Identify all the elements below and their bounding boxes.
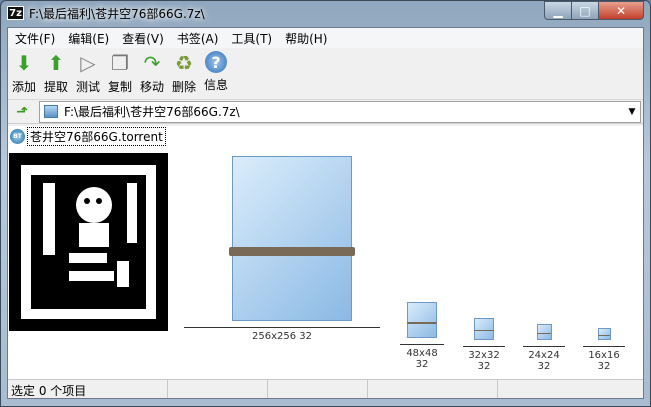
info-icon: ? — [205, 51, 227, 73]
delete-icon: ♻ — [175, 51, 193, 75]
test-button[interactable]: ▷ 测试 — [72, 50, 104, 99]
archive-folder-icon — [229, 156, 355, 321]
address-bar: ⬏ F:\最后福利\苍井空76部66G.7z\ ▼ — [8, 100, 643, 124]
size-label: 24x24 32 — [523, 346, 565, 372]
icon-48: 48x48 32 — [400, 302, 444, 370]
up-folder-button[interactable]: ⬏ — [8, 101, 36, 123]
add-button[interactable]: ⬇ 添加 — [8, 50, 40, 99]
torrent-icon: BT — [10, 129, 25, 144]
close-button[interactable]: ✕ — [598, 1, 644, 20]
add-icon: ⬇ — [15, 51, 33, 75]
icon-256: 256x256 32 — [184, 156, 380, 342]
menu-file[interactable]: 文件(F) — [11, 30, 64, 47]
delete-button[interactable]: ♻ 删除 — [168, 50, 200, 99]
move-button[interactable]: ↷ 移动 — [136, 50, 168, 99]
status-bar: 选定 0 个项目 — [8, 379, 643, 398]
preview-image — [9, 153, 168, 331]
status-cell — [268, 380, 368, 398]
menu-bookmarks[interactable]: 书签(A) — [173, 30, 228, 47]
toolbar-label: 信息 — [203, 78, 228, 92]
archive-folder-icon — [536, 324, 552, 340]
app-icon: 7z — [7, 6, 24, 20]
menu-tools[interactable]: 工具(T) — [227, 30, 281, 47]
archive-icon — [44, 105, 58, 118]
icon-16: 16x16 32 — [583, 328, 625, 372]
size-label: 48x48 32 — [400, 344, 444, 370]
copy-button[interactable]: ❐ 复制 — [104, 50, 136, 99]
client-area: 文件(F) 编辑(E) 查看(V) 书签(A) 工具(T) 帮助(H) ⬇ 添加 ⬆… — [7, 27, 644, 399]
toolbar-label: 测试 — [75, 80, 100, 94]
status-selection: 选定 0 个项目 — [8, 380, 168, 398]
status-cell — [168, 380, 268, 398]
file-list[interactable]: BT 苍井空76部66G.torrent 256x256 32 48x48 32… — [8, 126, 643, 380]
toolbar: ⬇ 添加 ⬆ 提取 ▷ 测试 ❐ 复制 ↷ 移动 ♻ 删除? 信息 — [8, 48, 643, 100]
menu-help[interactable]: 帮助(H) — [281, 30, 336, 47]
extract-button[interactable]: ⬆ 提取 — [40, 50, 72, 99]
icon-32: 32x32 32 — [463, 318, 505, 372]
menu-edit[interactable]: 编辑(E) — [64, 30, 118, 47]
file-name: 苍井空76部66G.torrent — [27, 127, 166, 146]
size-label: 256x256 32 — [184, 327, 380, 342]
test-icon: ▷ — [80, 51, 96, 75]
archive-folder-icon — [407, 302, 437, 338]
path-combo[interactable]: F:\最后福利\苍井空76部66G.7z\ ▼ — [39, 100, 641, 123]
move-icon: ↷ — [143, 51, 161, 75]
toolbar-label: 提取 — [43, 80, 68, 94]
copy-icon: ❐ — [111, 51, 129, 75]
toolbar-label: 复制 — [107, 80, 132, 94]
toolbar-label: 删除 — [171, 80, 196, 94]
menu-view[interactable]: 查看(V) — [118, 30, 173, 47]
size-label: 16x16 32 — [583, 346, 625, 372]
toolbar-label: 添加 — [11, 80, 36, 94]
info-button[interactable]: ? 信息 — [200, 50, 232, 99]
minimize-button[interactable]: ▁ — [544, 1, 572, 20]
archive-folder-icon — [597, 328, 611, 340]
icon-24: 24x24 32 — [523, 324, 565, 372]
size-label: 32x32 32 — [463, 346, 505, 372]
archive-folder-icon — [474, 318, 494, 340]
maximize-button[interactable]: □ — [571, 1, 599, 20]
menu-bar: 文件(F) 编辑(E) 查看(V) 书签(A) 工具(T) 帮助(H) — [8, 28, 643, 48]
title-bar[interactable]: 7z F:\最后福利\苍井空76部66G.7z\ ▁ □ ✕ — [0, 0, 651, 26]
list-item[interactable]: BT 苍井空76部66G.torrent — [10, 127, 166, 146]
folder-up-icon: ⬏ — [16, 103, 28, 120]
extract-icon: ⬆ — [47, 51, 65, 75]
chevron-down-icon[interactable]: ▼ — [624, 107, 640, 117]
toolbar-label: 移动 — [139, 80, 164, 94]
window-title: F:\最后福利\苍井空76部66G.7z\ — [29, 7, 205, 21]
status-cell — [368, 380, 498, 398]
path-text: F:\最后福利\苍井空76部66G.7z\ — [64, 105, 240, 119]
